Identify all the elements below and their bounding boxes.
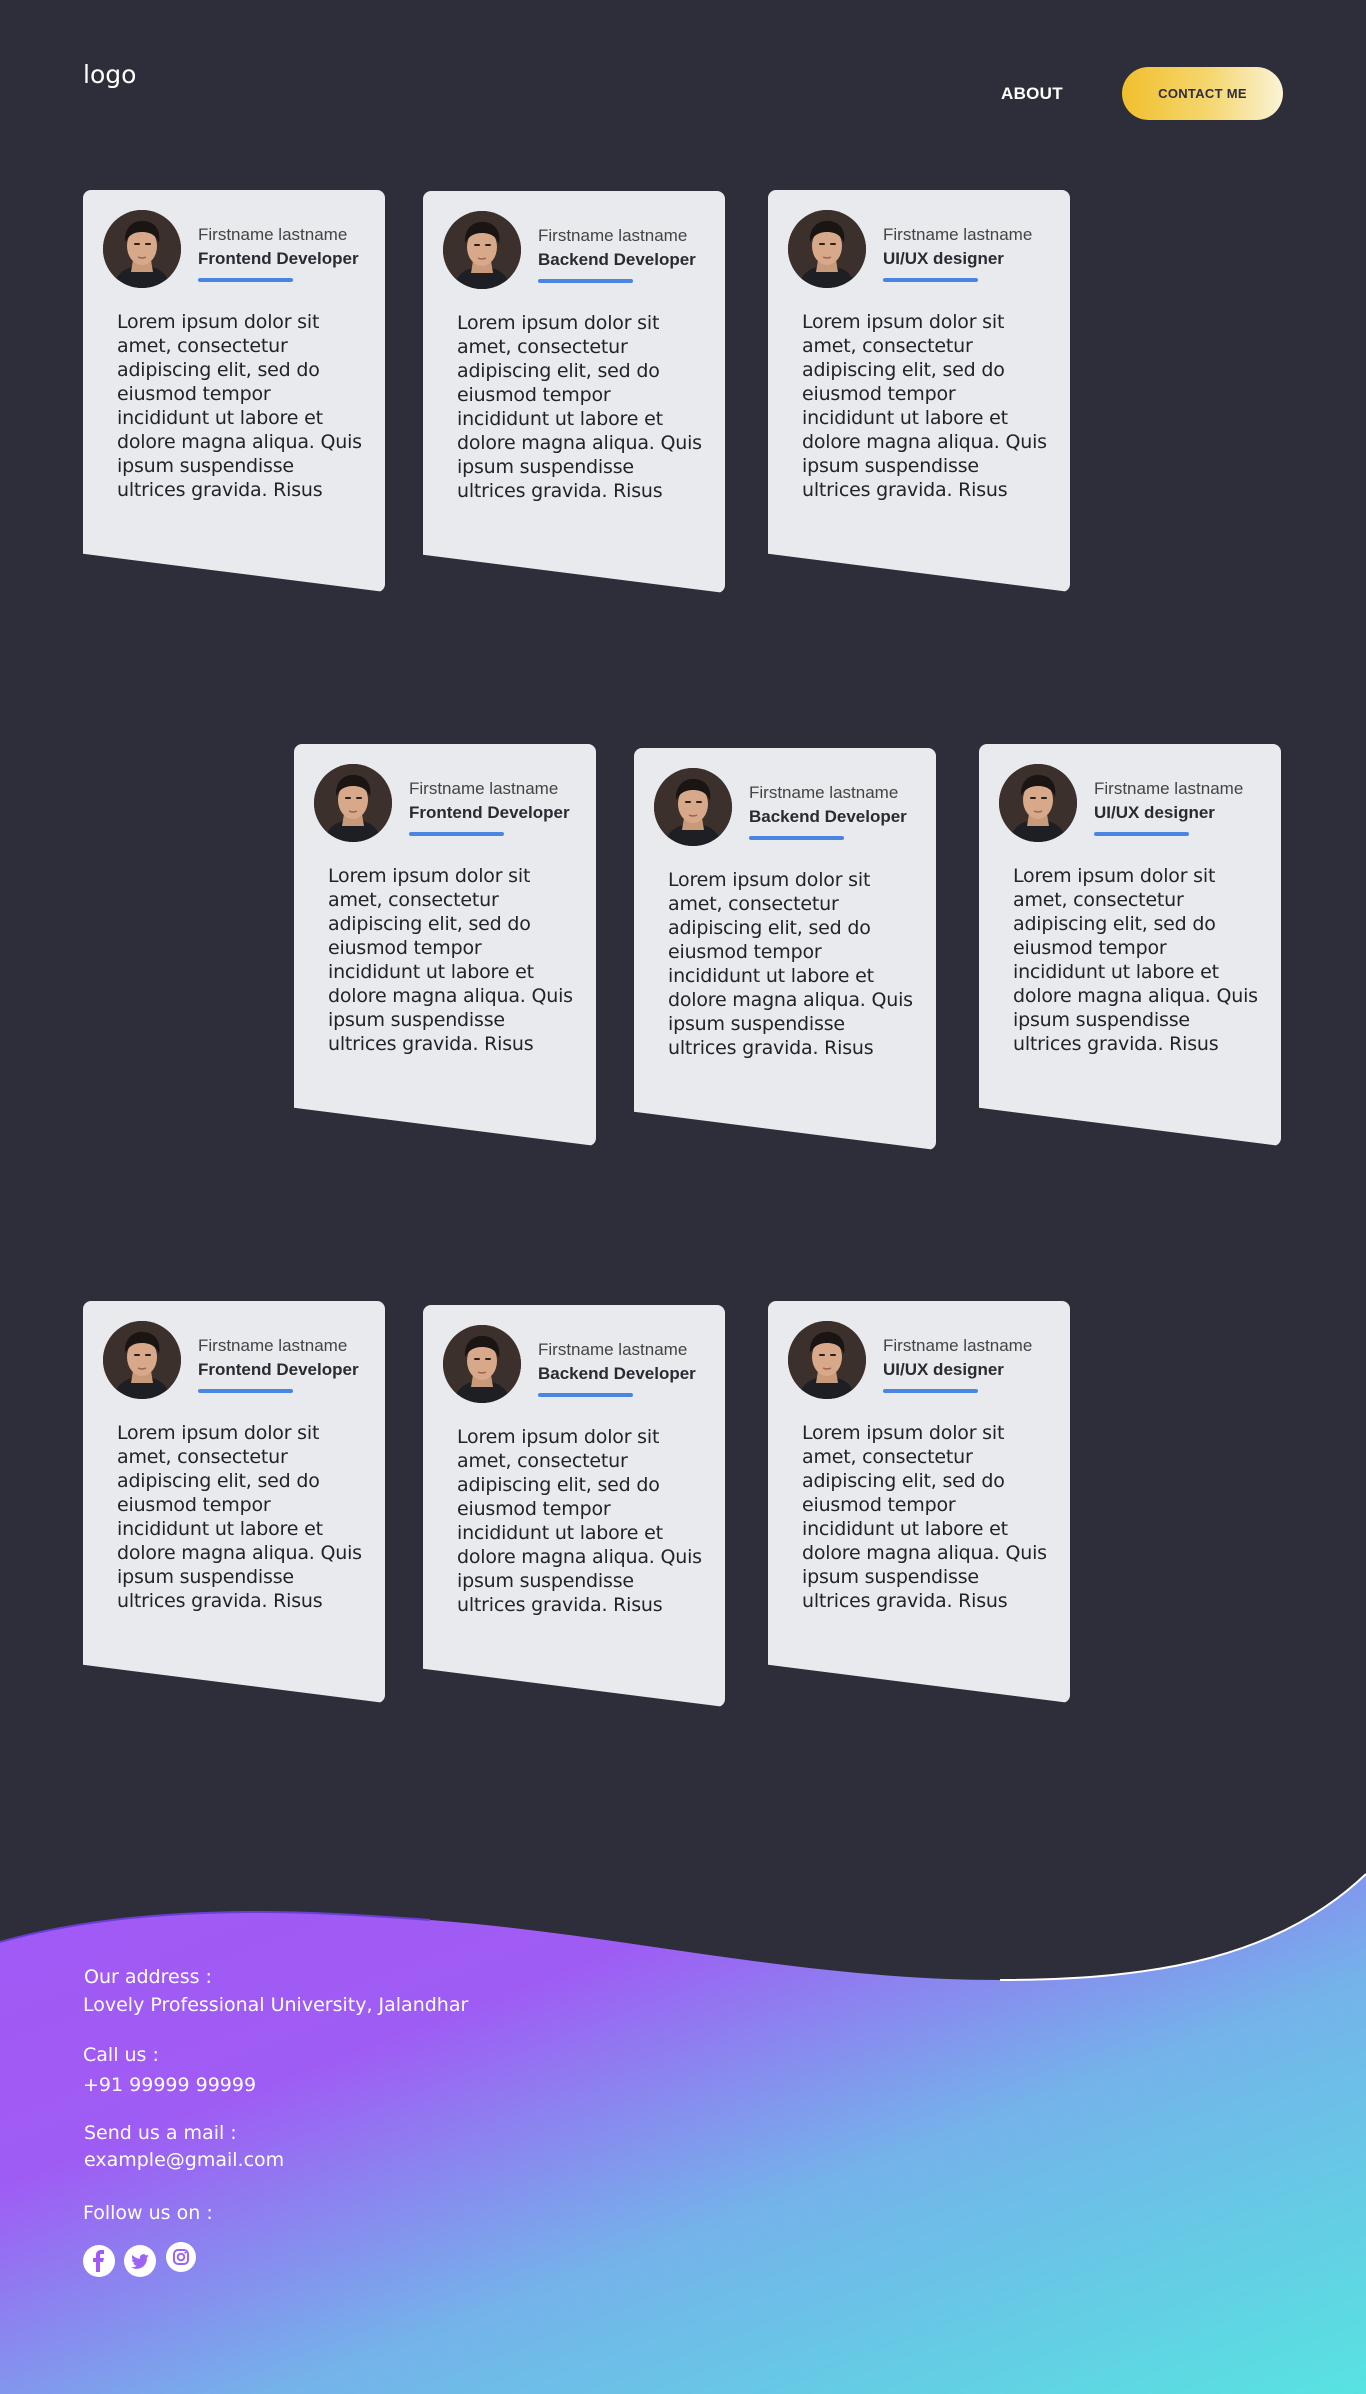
card-bio: Lorem ipsum dolor sit amet, consectetur … [668, 869, 913, 1059]
card-bio: Lorem ipsum dolor sit amet, consectetur … [802, 311, 1047, 501]
call-value[interactable]: +91 99999 99999 [83, 2074, 256, 2096]
logo[interactable]: logo [83, 60, 136, 89]
role-underline [883, 278, 978, 282]
profile-card: Firstname lastname Frontend Developer Lo… [294, 744, 596, 1146]
call-label: Call us : [83, 2044, 159, 2066]
card-name: Firstname lastname [749, 783, 899, 802]
card-role: Frontend Developer [409, 803, 570, 822]
avatar [788, 210, 866, 288]
card-role: Backend Developer [749, 807, 907, 826]
card-bio: Lorem ipsum dolor sit amet, consectetur … [802, 1422, 1047, 1612]
role-underline [883, 1389, 978, 1393]
avatar [654, 768, 732, 846]
footer: Our address : Lovely Professional Univer… [0, 1860, 1366, 2394]
card-role: Backend Developer [538, 1364, 696, 1383]
card-role: Frontend Developer [198, 1360, 359, 1379]
card-role: UI/UX designer [1094, 803, 1215, 822]
card-name: Firstname lastname [538, 1340, 688, 1359]
profile-card: Firstname lastname Frontend Developer Lo… [83, 190, 385, 592]
profile-card: Firstname lastname Backend Developer Lor… [423, 1305, 725, 1707]
card-bio: Lorem ipsum dolor sit amet, consectetur … [117, 1422, 362, 1612]
follow-label: Follow us on : [83, 2202, 213, 2224]
card-bio: Lorem ipsum dolor sit amet, consectetur … [457, 1426, 702, 1616]
avatar [103, 1321, 181, 1399]
mail-value[interactable]: example@gmail.com [84, 2149, 284, 2171]
card-bio: Lorem ipsum dolor sit amet, consectetur … [1013, 865, 1258, 1055]
profile-card: Firstname lastname Backend Developer Lor… [423, 191, 725, 593]
mail-label: Send us a mail : [84, 2122, 237, 2144]
role-underline [198, 1389, 293, 1393]
card-bio: Lorem ipsum dolor sit amet, consectetur … [457, 312, 702, 502]
card-name: Firstname lastname [883, 225, 1033, 244]
nav-about-link[interactable]: ABOUT [1001, 84, 1063, 104]
card-role: UI/UX designer [883, 1360, 1004, 1379]
card-bio: Lorem ipsum dolor sit amet, consectetur … [117, 311, 362, 501]
card-role: UI/UX designer [883, 249, 1004, 268]
profile-card: Firstname lastname UI/UX designer Lorem … [768, 1301, 1070, 1703]
role-underline [538, 1393, 633, 1397]
contact-me-button[interactable]: CONTACT ME [1122, 67, 1283, 120]
avatar [314, 764, 392, 842]
address-value: Lovely Professional University, Jalandha… [83, 1994, 469, 2016]
card-name: Firstname lastname [198, 1336, 348, 1355]
profile-card: Firstname lastname UI/UX designer Lorem … [979, 744, 1281, 1146]
card-role: Frontend Developer [198, 249, 359, 268]
role-underline [198, 278, 293, 282]
profile-card: Firstname lastname Backend Developer Lor… [634, 748, 936, 1150]
card-name: Firstname lastname [409, 779, 559, 798]
avatar [443, 211, 521, 289]
avatar [443, 1325, 521, 1403]
profile-card: Firstname lastname Frontend Developer Lo… [83, 1301, 385, 1703]
address-label: Our address : [84, 1966, 212, 1988]
card-role: Backend Developer [538, 250, 696, 269]
card-bio: Lorem ipsum dolor sit amet, consectetur … [328, 865, 573, 1055]
role-underline [538, 279, 633, 283]
facebook-icon[interactable] [83, 2245, 115, 2277]
avatar [788, 1321, 866, 1399]
twitter-icon[interactable] [124, 2245, 156, 2277]
avatar [999, 764, 1077, 842]
card-name: Firstname lastname [883, 1336, 1033, 1355]
role-underline [749, 836, 844, 840]
card-name: Firstname lastname [538, 226, 688, 245]
card-name: Firstname lastname [1094, 779, 1244, 798]
avatar [103, 210, 181, 288]
role-underline [409, 832, 504, 836]
instagram-icon[interactable] [166, 2242, 196, 2272]
profile-card: Firstname lastname UI/UX designer Lorem … [768, 190, 1070, 592]
card-name: Firstname lastname [198, 225, 348, 244]
role-underline [1094, 832, 1189, 836]
